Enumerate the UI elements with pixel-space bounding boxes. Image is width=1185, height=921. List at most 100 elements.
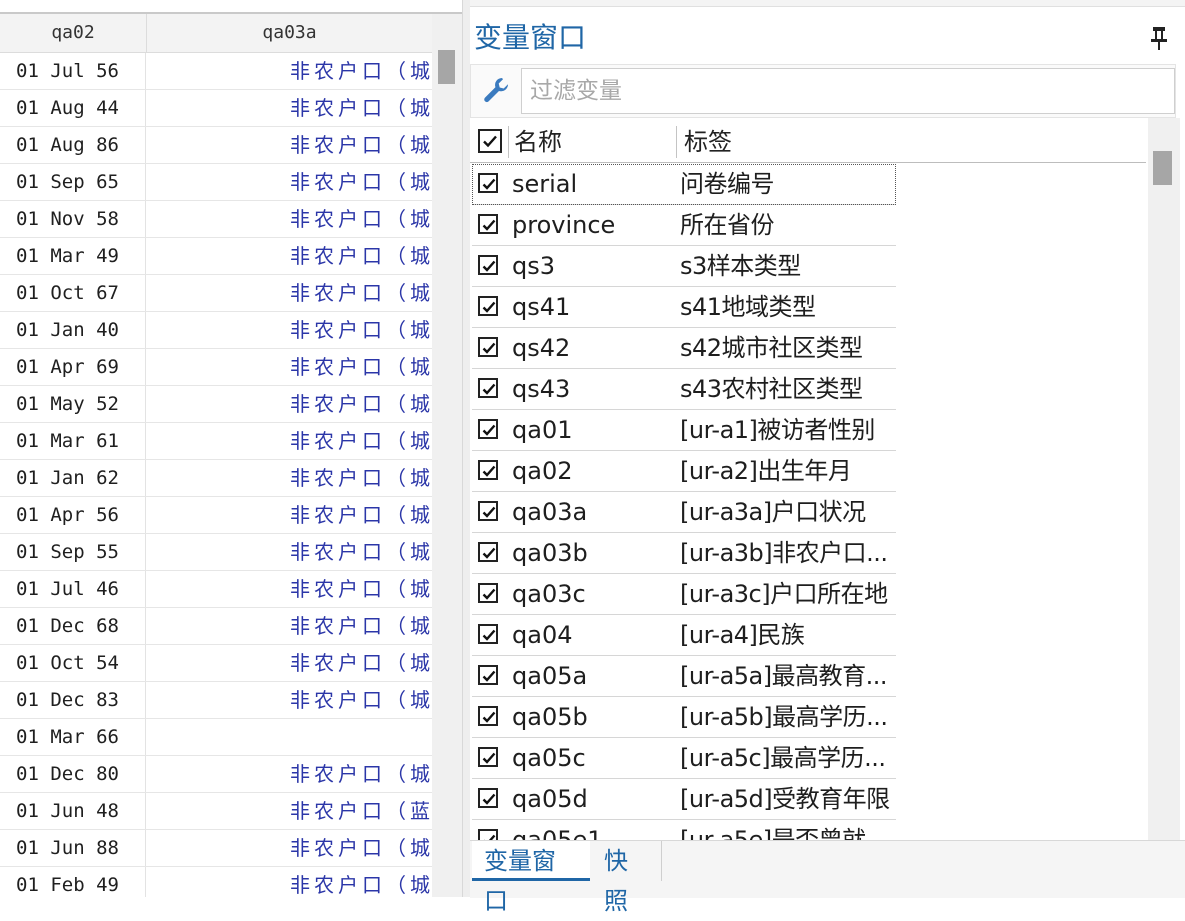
variable-list-scroll-thumb[interactable] xyxy=(1153,151,1172,185)
column-header-label[interactable]: 标签 xyxy=(684,122,732,162)
grid-row[interactable]: 01 Jul 56 非农户口（城 xyxy=(0,53,432,90)
cell-qa03a[interactable]: 非农户口（城 xyxy=(147,571,432,607)
variable-row[interactable]: qa03c [ur-a3c]户口所在地 xyxy=(472,574,896,615)
variable-row[interactable]: qa05c [ur-a5c]最高学历... xyxy=(472,738,896,779)
pin-icon[interactable] xyxy=(1148,24,1170,52)
cell-qa03a[interactable]: 非农户口（城 xyxy=(147,312,432,348)
variable-row[interactable]: qa04 [ur-a4]民族 xyxy=(472,615,896,656)
variable-row[interactable]: serial 问卷编号 xyxy=(472,164,896,205)
variable-checkbox[interactable] xyxy=(478,706,498,726)
cell-qa02[interactable]: 01 Oct 67 xyxy=(0,275,146,311)
grid-vertical-scrollbar[interactable] xyxy=(432,14,462,897)
variable-checkbox[interactable] xyxy=(478,665,498,685)
grid-row[interactable]: 01 Jun 48 非农户口（蓝 xyxy=(0,793,432,830)
variable-row[interactable]: qa01 [ur-a1]被访者性别 xyxy=(472,410,896,451)
tab-snapshot[interactable]: 快照 xyxy=(592,841,662,915)
variable-checkbox[interactable] xyxy=(478,214,498,234)
variable-checkbox[interactable] xyxy=(478,542,498,562)
cell-qa03a[interactable]: 非农户口（城 xyxy=(147,238,432,274)
cell-qa03a[interactable]: 非农户口（城 xyxy=(147,867,432,897)
variable-row[interactable]: qa05d [ur-a5d]受教育年限 xyxy=(472,779,896,820)
variable-checkbox[interactable] xyxy=(478,788,498,808)
variable-row[interactable]: qs3 s3样本类型 xyxy=(472,246,896,287)
cell-qa03a[interactable]: 非农户口（城 xyxy=(147,90,432,126)
cell-qa02[interactable]: 01 Jun 88 xyxy=(0,830,146,866)
variable-checkbox[interactable] xyxy=(478,829,498,840)
variable-checkbox[interactable] xyxy=(478,255,498,275)
cell-qa02[interactable]: 01 Apr 69 xyxy=(0,349,146,385)
grid-row[interactable]: 01 Aug 86 非农户口（城 xyxy=(0,127,432,164)
column-header-qa02[interactable]: qa02 xyxy=(0,14,147,52)
grid-row[interactable]: 01 Apr 69 非农户口（城 xyxy=(0,349,432,386)
cell-qa02[interactable]: 01 Feb 49 xyxy=(0,867,146,897)
variable-row[interactable]: qa02 [ur-a2]出生年月 xyxy=(472,451,896,492)
variable-checkbox[interactable] xyxy=(478,501,498,521)
grid-row[interactable]: 01 Mar 49 非农户口（城 xyxy=(0,238,432,275)
cell-qa03a[interactable]: 非农户口（城 xyxy=(147,423,432,459)
variable-checkbox[interactable] xyxy=(478,747,498,767)
cell-qa02[interactable]: 01 May 52 xyxy=(0,386,146,422)
grid-row[interactable]: 01 Oct 54 非农户口（城 xyxy=(0,645,432,682)
cell-qa03a[interactable]: 非农户口（城 xyxy=(147,497,432,533)
cell-qa03a[interactable]: 非农户口（城 xyxy=(147,608,432,644)
column-header-qa03a[interactable]: qa03a xyxy=(147,14,432,52)
cell-qa02[interactable]: 01 Aug 86 xyxy=(0,127,146,163)
grid-row[interactable]: 01 Dec 68 非农户口（城 xyxy=(0,608,432,645)
cell-qa02[interactable]: 01 Dec 68 xyxy=(0,608,146,644)
column-header-name[interactable]: 名称 xyxy=(514,122,562,162)
variable-checkbox[interactable] xyxy=(478,337,498,357)
cell-qa03a[interactable]: 非农户口（城 xyxy=(147,386,432,422)
grid-row[interactable]: 01 Nov 58 非农户口（城 xyxy=(0,201,432,238)
cell-qa03a[interactable]: 非农户口（城 xyxy=(147,275,432,311)
grid-row[interactable]: 01 Jan 62 非农户口（城 xyxy=(0,460,432,497)
variable-row[interactable]: qs43 s43农村社区类型 xyxy=(472,369,896,410)
cell-qa03a[interactable]: 非农户口（城 xyxy=(147,127,432,163)
cell-qa03a[interactable]: 非农户口（城 xyxy=(147,645,432,681)
variable-row[interactable]: qs42 s42城市社区类型 xyxy=(472,328,896,369)
cell-qa02[interactable]: 01 Jan 62 xyxy=(0,460,146,496)
wrench-icon[interactable] xyxy=(481,75,511,105)
grid-row[interactable]: 01 Jul 46 非农户口（城 xyxy=(0,571,432,608)
grid-row[interactable]: 01 Apr 56 非农户口（城 xyxy=(0,497,432,534)
cell-qa02[interactable]: 01 Mar 66 xyxy=(0,719,146,755)
grid-row[interactable]: 01 Feb 49 非农户口（城 xyxy=(0,867,432,897)
grid-row[interactable]: 01 Oct 67 非农户口（城 xyxy=(0,275,432,312)
cell-qa03a[interactable]: 非农户口（城 xyxy=(147,164,432,200)
grid-row[interactable]: 01 May 52 非农户口（城 xyxy=(0,386,432,423)
cell-qa03a[interactable]: 非农户口（城 xyxy=(147,53,432,89)
cell-qa03a[interactable]: 非农户口（城 xyxy=(147,534,432,570)
cell-qa02[interactable]: 01 Apr 56 xyxy=(0,497,146,533)
cell-qa02[interactable]: 01 Jul 56 xyxy=(0,53,146,89)
grid-scroll-thumb[interactable] xyxy=(438,50,455,84)
variable-checkbox[interactable] xyxy=(478,378,498,398)
cell-qa02[interactable]: 01 Dec 80 xyxy=(0,756,146,792)
cell-qa02[interactable]: 01 Jun 48 xyxy=(0,793,146,829)
grid-row[interactable]: 01 Sep 65 非农户口（城 xyxy=(0,164,432,201)
cell-qa02[interactable]: 01 Dec 83 xyxy=(0,682,146,718)
grid-row[interactable]: 01 Jan 40 非农户口（城 xyxy=(0,312,432,349)
variable-checkbox[interactable] xyxy=(478,583,498,603)
cell-qa03a[interactable]: 非农户口（城 xyxy=(147,349,432,385)
variable-checkbox[interactable] xyxy=(478,296,498,316)
grid-row[interactable]: 01 Jun 88 非农户口（城 xyxy=(0,830,432,867)
tab-variable-window[interactable]: 变量窗口 xyxy=(472,841,590,915)
cell-qa03a[interactable]: 非农户口（城 xyxy=(147,682,432,718)
cell-qa02[interactable]: 01 Aug 44 xyxy=(0,90,146,126)
cell-qa03a[interactable]: 非农户口（城 xyxy=(147,830,432,866)
grid-row[interactable]: 01 Aug 44 非农户口（城 xyxy=(0,90,432,127)
variable-checkbox[interactable] xyxy=(478,624,498,644)
cell-qa02[interactable]: 01 Mar 49 xyxy=(0,238,146,274)
grid-row[interactable]: 01 Sep 55 非农户口（城 xyxy=(0,534,432,571)
variable-checkbox[interactable] xyxy=(478,173,498,193)
grid-row[interactable]: 01 Dec 83 非农户口（城 xyxy=(0,682,432,719)
variable-row[interactable]: qa05e1 [ur-a5e]是否曾就 xyxy=(472,820,896,840)
grid-row[interactable]: 01 Dec 80 非农户口（城 xyxy=(0,756,432,793)
variable-checkbox[interactable] xyxy=(478,419,498,439)
cell-qa02[interactable]: 01 Sep 55 xyxy=(0,534,146,570)
variable-row[interactable]: qa03a [ur-a3a]户口状况 xyxy=(472,492,896,533)
cell-qa02[interactable]: 01 Jul 46 xyxy=(0,571,146,607)
select-all-checkbox[interactable] xyxy=(478,129,502,153)
variable-row[interactable]: province 所在省份 xyxy=(472,205,896,246)
cell-qa02[interactable]: 01 Nov 58 xyxy=(0,201,146,237)
cell-qa02[interactable]: 01 Mar 61 xyxy=(0,423,146,459)
